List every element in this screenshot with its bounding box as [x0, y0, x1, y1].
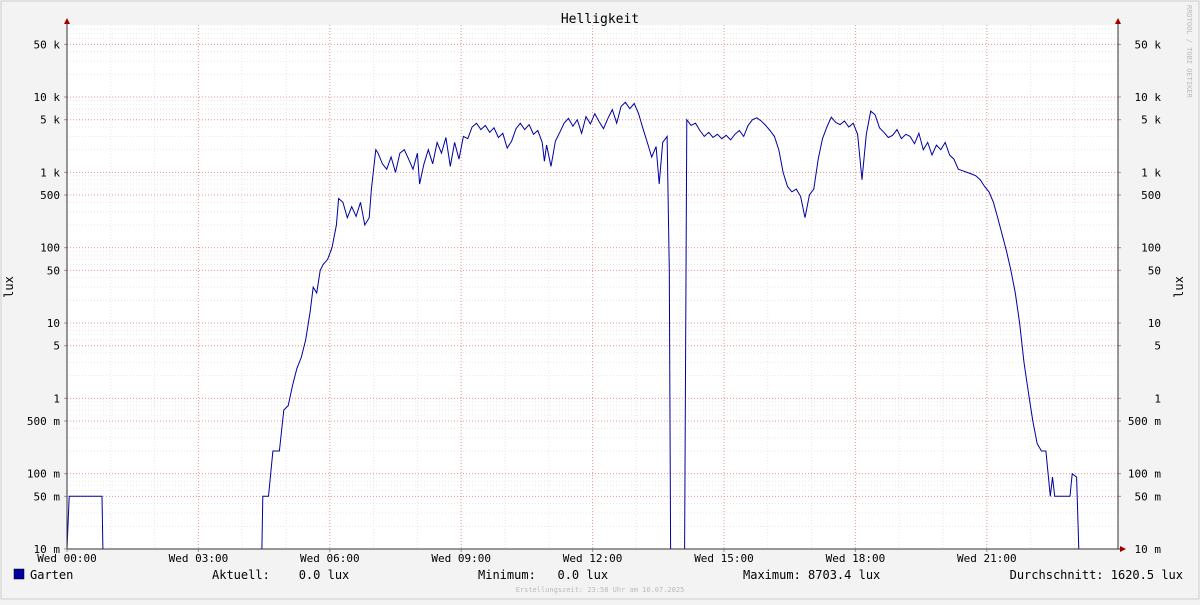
y-tick-label-left: 100 [40, 242, 60, 255]
y-tick-label-left: 50 [47, 264, 60, 277]
stat-current: Aktuell: 0.0 lux [212, 568, 349, 582]
creation-time: Erstellungszeit: 23:58 Uhr am 16.07.2025 [516, 586, 685, 594]
y-tick-label-left: 1 k [40, 166, 60, 179]
y-tick-label-left: 10 [47, 317, 60, 330]
y-axis-label-right: lux [1172, 276, 1186, 298]
x-tick-label: Wed 21:00 [957, 552, 1017, 565]
x-tick-label: Wed 18:00 [826, 552, 886, 565]
y-tick-label-left: 500 [40, 189, 60, 202]
y-tick-label-right: 10 k [1135, 91, 1162, 104]
stat-average: Durchschnitt: 1620.5 lux [1010, 568, 1183, 582]
stat-maximum: Maximum: 8703.4 lux [743, 568, 880, 582]
y-tick-label-left: 1 [53, 392, 60, 405]
stat-minimum: Minimum: 0.0 lux [478, 568, 608, 582]
y-tick-label-right: 100 [1141, 242, 1161, 255]
chart-canvas: 50 k 50 k 10 k 10 k 5 k 5 k 1 k 1 k 500 500 100 100… [0, 0, 1200, 600]
y-tick-label-left: 100 m [27, 468, 60, 481]
y-tick-label-right: 500 m [1128, 415, 1161, 428]
y-tick-label-right: 100 m [1128, 468, 1161, 481]
x-tick-label: Wed 15:00 [694, 552, 754, 565]
x-tick-label: Wed 12:00 [563, 552, 623, 565]
y-tick-label-left: 50 k [34, 38, 61, 51]
y-axis-label-left: lux [2, 276, 16, 298]
y-tick-label-right: 50 [1148, 264, 1161, 277]
legend-swatch [13, 568, 25, 580]
y-tick-label-right: 50 k [1135, 38, 1162, 51]
legend-series-name: Garten [30, 568, 73, 582]
y-tick-label-right: 1 k [1141, 166, 1161, 179]
y-tick-label-right: 10 m [1135, 543, 1162, 556]
y-tick-label-left: 5 k [40, 114, 60, 127]
y-tick-label-left: 500 m [27, 415, 60, 428]
y-tick-label-right: 5 k [1141, 114, 1161, 127]
y-tick-label-right: 50 m [1135, 490, 1162, 503]
chart: 50 k 50 k 10 k 10 k 5 k 5 k 1 k 1 k 500 500 100 100… [0, 0, 1200, 600]
y-tick-label-left: 10 k [34, 91, 61, 104]
x-tick-label: Wed 00:00 [37, 552, 97, 565]
y-tick-label-right: 500 [1141, 189, 1161, 202]
y-tick-label-right: 5 [1154, 340, 1161, 353]
y-tick-label-right: 1 [1154, 392, 1161, 405]
x-tick-label: Wed 06:00 [300, 552, 360, 565]
chart-title: Helligkeit [561, 12, 639, 27]
watermark: RRDTOOL / TOBI OETIKER [1185, 5, 1193, 99]
y-tick-label-left: 5 [53, 340, 60, 353]
x-tick-label: Wed 09:00 [431, 552, 491, 565]
y-tick-label-right: 10 [1148, 317, 1161, 330]
x-tick-label: Wed 03:00 [169, 552, 229, 565]
y-tick-label-left: 50 m [34, 490, 61, 503]
